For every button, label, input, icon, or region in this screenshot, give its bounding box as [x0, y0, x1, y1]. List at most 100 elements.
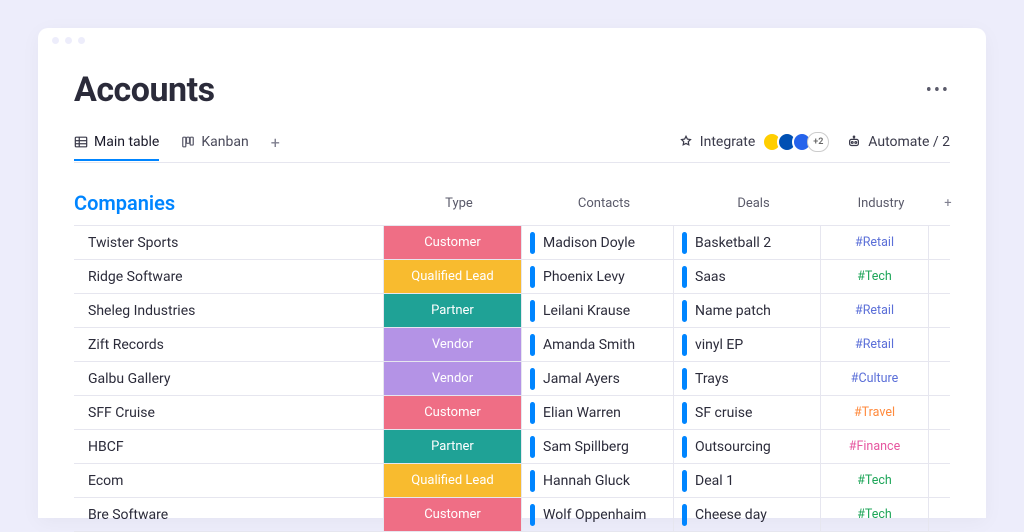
integrate-button[interactable]: Integrate +2	[679, 132, 830, 152]
contact-name: Amanda Smith	[543, 337, 635, 353]
cell-company-name[interactable]: Zift Records	[74, 328, 384, 361]
cell-deal[interactable]: Cheese day	[674, 498, 821, 531]
cell-deal[interactable]: SF cruise	[674, 396, 821, 429]
cell-deal[interactable]: vinyl EP	[674, 328, 821, 361]
cell-industry[interactable]: #Finance	[821, 430, 929, 463]
table-row[interactable]: Ridge SoftwareQualified Lead Phoenix Levy…	[74, 260, 950, 294]
cell-company-name[interactable]: Twister Sports	[74, 226, 384, 259]
cell-contact[interactable]: Leilani Krause	[522, 294, 674, 327]
link-indicator-icon	[530, 300, 535, 322]
cell-deal[interactable]: Name patch	[674, 294, 821, 327]
window-dot	[65, 37, 72, 44]
deal-name: Cheese day	[695, 507, 767, 523]
table-row[interactable]: Twister SportsCustomerMadison Doyle Baske…	[74, 226, 950, 260]
cell-industry[interactable]: #Retail	[821, 294, 929, 327]
page-title: Accounts	[74, 70, 215, 110]
cell-contact[interactable]: Madison Doyle	[522, 226, 674, 259]
add-view-button[interactable]: +	[271, 133, 280, 162]
tab-label: Kanban	[201, 134, 248, 150]
cell-contact[interactable]: Amanda Smith	[522, 328, 674, 361]
automate-label: Automate / 2	[868, 134, 950, 150]
cell-contact[interactable]: Sam Spillberg	[522, 430, 674, 463]
tab-main-table[interactable]: Main table	[74, 134, 159, 160]
cell-type[interactable]: Vendor	[384, 362, 522, 395]
cell-type[interactable]: Partner	[384, 430, 522, 463]
cell-company-name[interactable]: Bre Software	[74, 498, 384, 531]
cell-company-name[interactable]: SFF Cruise	[74, 396, 384, 429]
contact-name: Hannah Gluck	[543, 473, 630, 489]
cell-empty	[929, 226, 955, 259]
column-header-type[interactable]: Type	[390, 196, 528, 221]
deal-name: Basketball 2	[695, 235, 771, 251]
cell-empty	[929, 328, 955, 361]
table-row[interactable]: SFF CruiseCustomer Elian Warren SF cruise #…	[74, 396, 950, 430]
cell-contact[interactable]: Hannah Gluck	[522, 464, 674, 497]
cell-industry[interactable]: #Tech	[821, 498, 929, 531]
cell-company-name[interactable]: Ridge Software	[74, 260, 384, 293]
cell-type[interactable]: Customer	[384, 226, 522, 259]
deal-name: Saas	[695, 269, 726, 285]
tab-label: Main table	[94, 134, 159, 150]
cell-company-name[interactable]: Sheleg Industries	[74, 294, 384, 327]
cell-industry[interactable]: #Tech	[821, 260, 929, 293]
contact-name: Elian Warren	[543, 405, 621, 421]
table-row[interactable]: EcomQualified Lead Hannah Gluck Deal 1#Tec…	[74, 464, 950, 498]
cell-type[interactable]: Customer	[384, 396, 522, 429]
cell-company-name[interactable]: HBCF	[74, 430, 384, 463]
cell-contact[interactable]: Wolf Oppenhaim	[522, 498, 674, 531]
link-indicator-icon	[682, 402, 687, 424]
cell-type[interactable]: Vendor	[384, 328, 522, 361]
robot-icon	[847, 135, 861, 149]
cell-deal[interactable]: Saas	[674, 260, 821, 293]
cell-contact[interactable]: Elian Warren	[522, 396, 674, 429]
add-column-button[interactable]: +	[935, 196, 961, 221]
link-indicator-icon	[530, 504, 535, 526]
contact-name: Leilani Krause	[543, 303, 630, 319]
link-indicator-icon	[530, 436, 535, 458]
cell-type[interactable]: Qualified Lead	[384, 260, 522, 293]
column-header-contacts[interactable]: Contacts	[528, 196, 680, 221]
content-area: Accounts ••• Main table Kanban +	[38, 52, 986, 532]
contact-name: Wolf Oppenhaim	[543, 507, 646, 523]
cell-deal[interactable]: Deal 1	[674, 464, 821, 497]
cell-deal[interactable]: Trays	[674, 362, 821, 395]
integrate-label: Integrate	[700, 134, 756, 150]
automate-button[interactable]: Automate / 2	[847, 134, 950, 150]
link-indicator-icon	[682, 504, 687, 526]
cell-contact[interactable]: Jamal Ayers	[522, 362, 674, 395]
cell-type[interactable]: Partner	[384, 294, 522, 327]
link-indicator-icon	[530, 470, 535, 492]
column-header-industry[interactable]: Industry	[827, 196, 935, 221]
cell-company-name[interactable]: Galbu Gallery	[74, 362, 384, 395]
cell-company-name[interactable]: Ecom	[74, 464, 384, 497]
link-indicator-icon	[682, 266, 687, 288]
cell-industry[interactable]: #Culture	[821, 362, 929, 395]
cell-deal[interactable]: Basketball 2	[674, 226, 821, 259]
table-rows: Twister SportsCustomerMadison DoyleBaske…	[74, 226, 950, 532]
cell-empty	[929, 430, 955, 463]
contact-name: Phoenix Levy	[543, 269, 625, 285]
tab-kanban[interactable]: Kanban	[181, 134, 248, 160]
more-options-button[interactable]: •••	[926, 80, 950, 101]
table-row[interactable]: Sheleg IndustriesPartner Leilani Krause Na…	[74, 294, 950, 328]
tabs-row: Main table Kanban + Integrate	[74, 132, 950, 163]
cell-type[interactable]: Qualified Lead	[384, 464, 522, 497]
group-title[interactable]: Companies	[74, 191, 390, 225]
cell-industry[interactable]: #Retail	[821, 226, 929, 259]
deal-name: SF cruise	[695, 405, 752, 421]
group-header: Companies Type Contacts Deals Industry +	[74, 191, 950, 226]
link-indicator-icon	[530, 232, 535, 254]
cell-industry[interactable]: #Travel	[821, 396, 929, 429]
contact-name: Sam Spillberg	[543, 439, 629, 455]
table-row[interactable]: Bre SoftwareCustomer Wolf Oppenhaim Cheese…	[74, 498, 950, 532]
column-header-deals[interactable]: Deals	[680, 196, 827, 221]
cell-contact[interactable]: Phoenix Levy	[522, 260, 674, 293]
cell-deal[interactable]: Outsourcing	[674, 430, 821, 463]
cell-type[interactable]: Customer	[384, 498, 522, 531]
header-row: Accounts •••	[74, 70, 950, 110]
cell-industry[interactable]: #Tech	[821, 464, 929, 497]
table-row[interactable]: Galbu GalleryVendorJamal AyersTrays#Cult…	[74, 362, 950, 396]
table-row[interactable]: HBCFPartner Sam Spillberg Outsourcing#Fina…	[74, 430, 950, 464]
cell-industry[interactable]: #Retail	[821, 328, 929, 361]
table-row[interactable]: Zift RecordsVendor Amanda Smith vinyl EP#R…	[74, 328, 950, 362]
